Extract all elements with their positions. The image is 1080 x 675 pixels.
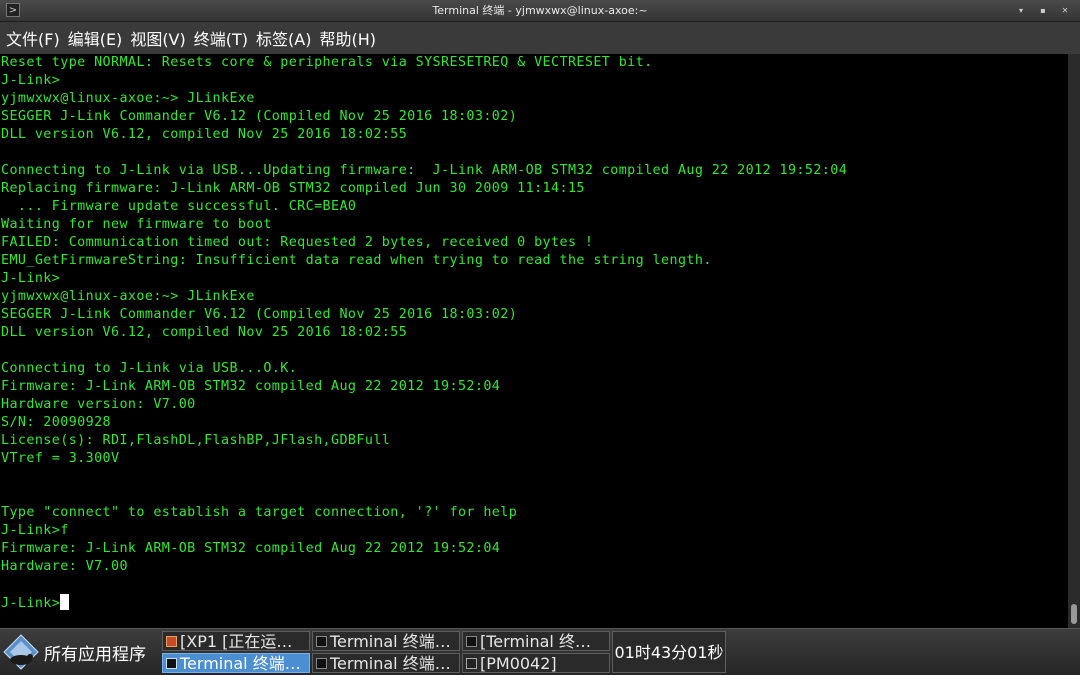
terminal-output[interactable]: Reset type NORMAL: Resets core & periphe… (0, 54, 1068, 628)
window-title: Terminal 终端 - yjmwxwx@linux-axoe:~ (432, 4, 648, 17)
task-label: Terminal 终端… (330, 632, 451, 651)
terminal-line: Type "connect" to establish a target con… (1, 505, 518, 520)
terminal-line: FAILED: Communication timed out: Request… (1, 235, 594, 250)
task-label: [PM0042] (480, 654, 557, 673)
maximize-button[interactable]: ▪ (1032, 0, 1054, 22)
terminal-line: Connecting to J-Link via USB...O.K. (1, 361, 298, 376)
terminal-line: Waiting for new firmware to boot (1, 217, 272, 232)
terminal-line: Firmware: J-Link ARM-OB STM32 compiled A… (1, 379, 501, 394)
terminal-line: S/N: 20090928 (1, 415, 112, 430)
document-icon (466, 658, 477, 669)
terminal-line: Connecting to J-Link via USB...Updating … (1, 163, 848, 178)
menu-edit[interactable]: 编辑(E) (67, 23, 124, 53)
terminal-line: SEGGER J-Link Commander V6.12 (Compiled … (1, 109, 518, 124)
window-titlebar[interactable]: > Terminal 终端 - yjmwxwx@linux-axoe:~ ▾ ▪… (0, 0, 1080, 22)
gecko-logo-icon (3, 634, 39, 670)
terminal-icon (316, 658, 327, 669)
task-terminal-3[interactable]: Terminal 终端… (312, 653, 460, 673)
taskbar-clock[interactable]: 01时43分01秒 (612, 631, 726, 673)
task-terminal-1[interactable]: Terminal 终端… (312, 631, 460, 651)
menu-help[interactable]: 帮助(H) (318, 23, 377, 53)
menu-terminal[interactable]: 终端(T) (193, 23, 249, 53)
task-document-pm0042[interactable]: [PM0042] (462, 653, 610, 673)
task-vm-xp1[interactable]: [XP1 [正在运… (162, 631, 310, 651)
terminal-line: J-Link> (1, 271, 61, 286)
terminal-line: EMU_GetFirmwareString: Insufficient data… (1, 253, 712, 268)
window-controls: ▾ ▪ ✕ (1010, 0, 1076, 22)
terminal-line: ... Firmware update successful. CRC=BEA0 (1, 199, 357, 214)
terminal-icon (316, 636, 327, 647)
task-label: [XP1 [正在运… (180, 632, 293, 651)
close-button[interactable]: ✕ (1054, 0, 1076, 22)
terminal-line: Firmware: J-Link ARM-OB STM32 compiled A… (1, 541, 501, 556)
minimize-button[interactable]: ▾ (1010, 0, 1032, 22)
start-menu-label: 所有应用程序 (44, 644, 146, 665)
menu-bar: 文件(F) 编辑(E) 视图(V) 终端(T) 标签(A) 帮助(H) (0, 22, 1080, 54)
terminal-icon (466, 636, 477, 647)
terminal-prompt: J-Link> (1, 596, 61, 611)
terminal-line: SEGGER J-Link Commander V6.12 (Compiled … (1, 307, 518, 322)
task-terminal-2[interactable]: [Terminal 终… (462, 631, 610, 651)
terminal-line: J-Link>f (1, 523, 69, 538)
terminal-line: License(s): RDI,FlashDL,FlashBP,JFlash,G… (1, 433, 391, 448)
terminal-line: DLL version V6.12, compiled Nov 25 2016 … (1, 127, 408, 142)
scrollbar-thumb[interactable] (1071, 604, 1077, 624)
text-cursor (60, 594, 70, 610)
start-menu-button[interactable]: 所有应用程序 (2, 632, 157, 672)
menu-file[interactable]: 文件(F) (5, 23, 61, 53)
terminal-line: DLL version V6.12, compiled Nov 25 2016 … (1, 325, 408, 340)
terminal-line: yjmwxwx@linux-axoe:~> JLinkExe (1, 91, 255, 106)
menu-tabs[interactable]: 标签(A) (255, 23, 312, 53)
vm-icon (166, 636, 177, 647)
terminal-line: J-Link> (1, 73, 61, 88)
terminal-scrollbar[interactable] (1068, 54, 1080, 628)
terminal-line: yjmwxwx@linux-axoe:~> JLinkExe (1, 289, 255, 304)
menu-view[interactable]: 视图(V) (129, 23, 186, 53)
terminal-line: VTref = 3.300V (1, 451, 120, 466)
task-label: [Terminal 终… (480, 632, 591, 651)
terminal-icon (166, 658, 177, 669)
terminal-line: Replacing firmware: J-Link ARM-OB STM32 … (1, 181, 585, 196)
terminal-line: Hardware: V7.00 (1, 559, 128, 574)
task-label: Terminal 终端… (330, 654, 451, 673)
terminal-line: Hardware version: V7.00 (1, 397, 196, 412)
terminal-prompt-line[interactable]: J-Link> (0, 594, 1068, 612)
task-terminal-active[interactable]: Terminal 终端… (162, 653, 310, 673)
task-label: Terminal 终端… (180, 654, 301, 673)
taskbar: 所有应用程序 [XP1 [正在运… Terminal 终端… [Terminal… (0, 628, 1080, 675)
terminal-line: Reset type NORMAL: Resets core & periphe… (1, 55, 653, 70)
